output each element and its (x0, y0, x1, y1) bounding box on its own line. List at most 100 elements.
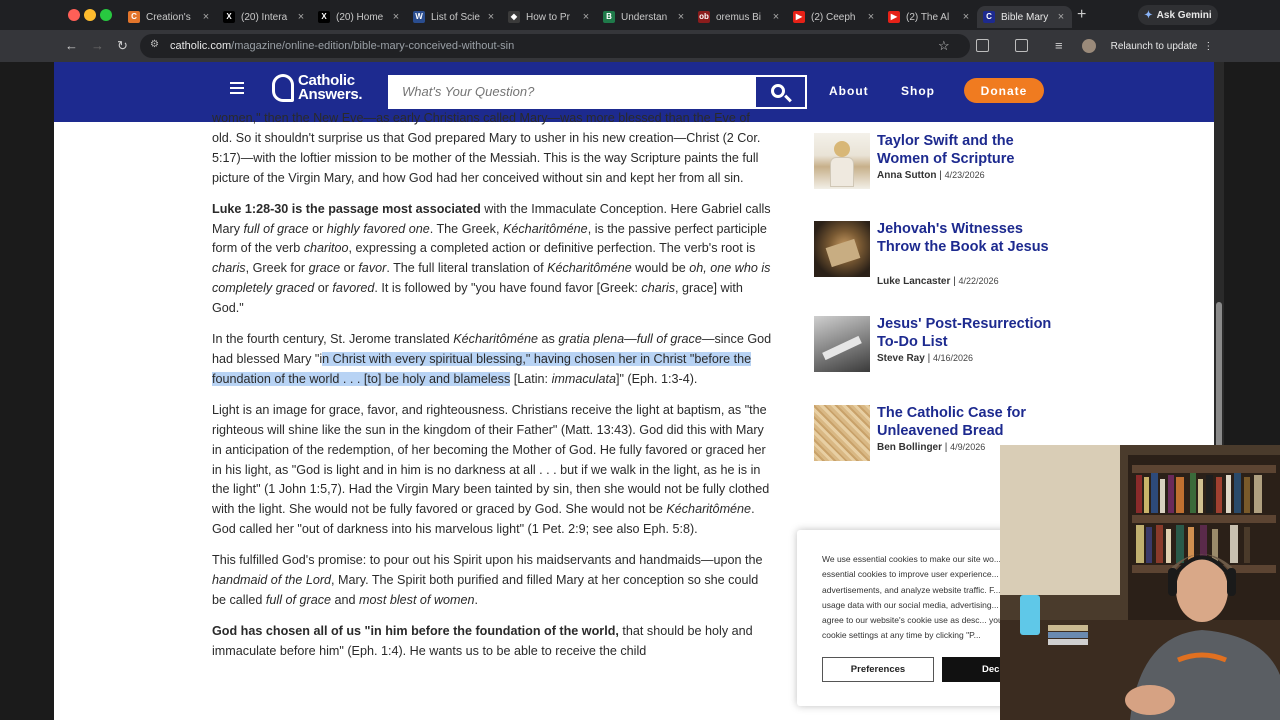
tab-favicon-icon: B (603, 11, 615, 23)
text: This fulfilled God's promise: to pour ou… (212, 553, 763, 568)
tab-title: oremus Bi (716, 11, 762, 23)
text: , expressing a completed action or defin… (348, 241, 756, 256)
article-thumbnail[interactable] (814, 316, 870, 372)
profile-avatar[interactable] (1082, 39, 1096, 53)
tab-favicon-icon: C (983, 11, 995, 23)
italic-text: charitoo (303, 241, 349, 256)
tab-close-icon[interactable]: × (486, 11, 496, 23)
browser-tab[interactable]: ▶ (2) Ceeph × (787, 6, 882, 28)
italic-text: grace (308, 261, 341, 276)
scrollbar-thumb[interactable] (1216, 302, 1222, 452)
browser-tab[interactable]: W List of Scie × (407, 6, 502, 28)
tab-close-icon[interactable]: × (676, 11, 686, 23)
tab-close-icon[interactable]: × (1056, 11, 1066, 23)
browser-tab[interactable]: B Understan × (597, 6, 692, 28)
reading-list-icon[interactable]: ≡ (1055, 38, 1063, 53)
search-icon (771, 84, 785, 98)
browser-tab[interactable]: X (20) Intera × (217, 6, 312, 28)
relaunch-to-update-button[interactable]: Relaunch to update ⋮ (1106, 37, 1218, 56)
tab-favicon-icon: ob (698, 11, 710, 23)
cookie-preferences-button[interactable]: Preferences (822, 657, 934, 682)
address-bar[interactable]: ⚙ catholic.com/magazine/online-edition/b… (140, 34, 970, 58)
extensions-icon[interactable] (976, 39, 989, 52)
more-menu-icon[interactable]: ⋮ (1203, 41, 1213, 52)
browser-tab[interactable]: ▶ (2) The Al × (882, 6, 977, 28)
author-name[interactable]: Ben Bollinger (877, 442, 942, 453)
text: . (474, 592, 479, 607)
italic-text: Kécharitôméne (502, 221, 588, 236)
figure-body (830, 157, 854, 187)
italic-text: immaculata (551, 371, 616, 386)
italic-text: full of grace (243, 221, 309, 236)
tab-close-icon[interactable]: × (866, 11, 876, 23)
article-body: women," then the New Eve—as early Christ… (212, 109, 772, 673)
tab-title: (20) Home (336, 11, 384, 23)
article-thumbnail[interactable] (814, 133, 870, 189)
tab-title: (2) The Al (906, 11, 950, 23)
browser-tab[interactable]: C Creation's × (122, 6, 217, 28)
browser-tab-strip: C Creation's × X (20) Intera × X (20) Home × W Lis… (0, 0, 1280, 30)
tab-favicon-icon: X (318, 11, 330, 23)
text: as (538, 332, 559, 347)
related-article[interactable]: Jehovah's Witnesses Throw the Book at Je… (814, 221, 1064, 301)
text: and (331, 592, 360, 607)
minimize-window-button[interactable] (84, 9, 96, 21)
donate-button[interactable]: Donate (964, 78, 1044, 103)
browser-tab[interactable]: C Bible Mary × (977, 6, 1072, 28)
italic-text: favor (358, 261, 387, 276)
tab-title: List of Scie (431, 11, 480, 23)
related-article-title[interactable]: The Catholic Case for Unleavened Bread (877, 405, 1062, 440)
browser-tab[interactable]: ob oremus Bi × (692, 6, 787, 28)
italic-text: full of grace (265, 592, 332, 607)
italic-text: handmaid of the Lord (212, 573, 332, 588)
close-window-button[interactable] (68, 9, 80, 21)
tab-close-icon[interactable]: × (296, 11, 306, 23)
browser-tab[interactable]: X (20) Home × (312, 6, 407, 28)
hamburger-menu-icon[interactable] (230, 82, 244, 94)
italic-text: most blest of women (359, 592, 475, 607)
nav-about-link[interactable]: About (829, 84, 869, 98)
tab-close-icon[interactable]: × (201, 11, 211, 23)
tab-search-icon[interactable] (1015, 39, 1028, 52)
article-thumbnail[interactable] (814, 221, 870, 277)
reload-icon[interactable]: ↻ (117, 38, 128, 54)
text: Light is an image for grace, favor, and … (212, 402, 770, 517)
tab-title: (2) Ceeph (811, 11, 856, 23)
logo-line-2: Answers. (298, 86, 363, 103)
tab-close-icon[interactable]: × (581, 11, 591, 23)
back-arrow-icon[interactable]: ← (65, 38, 78, 53)
catholic-answers-logo[interactable]: Catholic Answers. (272, 73, 363, 104)
logo-mark (272, 74, 294, 102)
new-tab-button[interactable]: + (1077, 6, 1086, 24)
text: , Greek for (245, 261, 309, 276)
related-article-title[interactable]: Jehovah's Witnesses Throw the Book at Je… (877, 221, 1062, 256)
nav-shop-link[interactable]: Shop (901, 84, 935, 98)
related-article[interactable]: Taylor Swift and the Women of Scripture … (814, 133, 1064, 203)
search-input[interactable] (402, 84, 732, 99)
search-icon-handle (784, 94, 792, 103)
maximize-window-button[interactable] (100, 9, 112, 21)
search-button[interactable] (754, 75, 807, 109)
ask-gemini-button[interactable]: ✦ Ask Gemini (1138, 5, 1218, 25)
browser-tab[interactable]: ◆ How to Pr × (502, 6, 597, 28)
related-article-title[interactable]: Taylor Swift and the Women of Scripture (877, 133, 1062, 168)
cookie-consent-text: We use essential cookies to make our sit… (822, 554, 1015, 641)
author-name[interactable]: Anna Sutton (877, 170, 936, 181)
site-info-icon[interactable]: ⚙ (150, 39, 162, 51)
tab-favicon-icon: ▶ (888, 11, 900, 23)
text: . The full literal translation of (386, 261, 548, 276)
related-article-meta: Luke Lancaster | 4/22/2026 (877, 276, 999, 287)
author-name[interactable]: Steve Ray (877, 353, 925, 364)
author-name[interactable]: Luke Lancaster (877, 276, 950, 287)
forward-arrow-icon[interactable]: → (91, 38, 104, 53)
bold-text: Luke 1:28-30 is the passage most associa… (212, 201, 481, 216)
text: . The Greek, (429, 221, 503, 236)
bookmark-star-icon[interactable]: ☆ (938, 38, 950, 54)
related-article-title[interactable]: Jesus' Post-Resurrection To-Do List (877, 316, 1062, 351)
tab-close-icon[interactable]: × (771, 11, 781, 23)
related-article[interactable]: Jesus' Post-Resurrection To-Do List Stev… (814, 316, 1064, 376)
tab-close-icon[interactable]: × (391, 11, 401, 23)
tab-close-icon[interactable]: × (961, 11, 971, 23)
text: or (340, 261, 359, 276)
article-thumbnail[interactable] (814, 405, 870, 461)
